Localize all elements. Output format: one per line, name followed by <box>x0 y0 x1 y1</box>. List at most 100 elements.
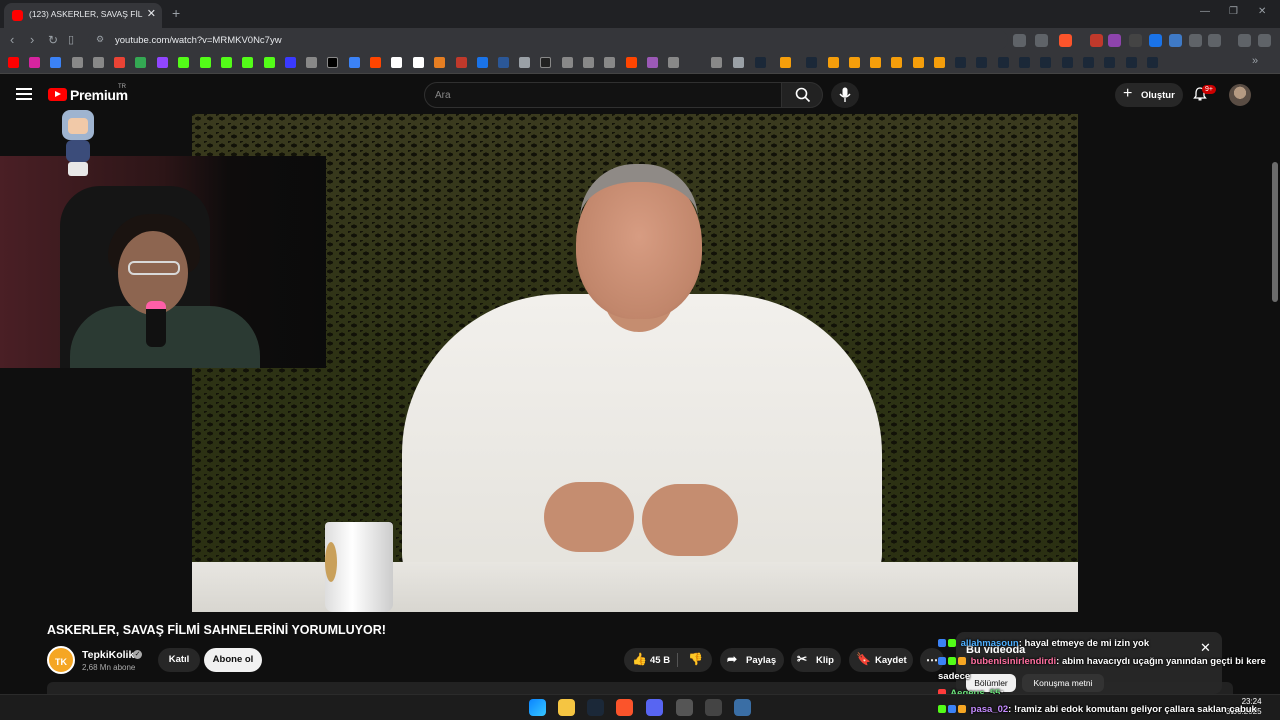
file-explorer-icon[interactable] <box>558 699 575 716</box>
bookmark-icon[interactable] <box>477 57 488 68</box>
like-count[interactable]: 45 B <box>650 655 670 666</box>
bookmark-icon[interactable] <box>434 57 445 68</box>
save-button[interactable]: 🔖 Kaydet <box>849 648 913 672</box>
extension-icon[interactable] <box>1149 34 1162 47</box>
obs-icon[interactable] <box>705 699 722 716</box>
bookmark-kick-icon[interactable] <box>200 57 211 68</box>
brave-shield-icon[interactable] <box>1059 34 1072 47</box>
app-icon[interactable] <box>676 699 693 716</box>
bookmark-steam-icon[interactable] <box>1040 57 1051 68</box>
window-close-icon[interactable]: ✕ <box>1258 6 1266 17</box>
bookmark-icon[interactable] <box>349 57 360 68</box>
brave-browser-icon[interactable] <box>616 699 633 716</box>
bookmark-icon[interactable] <box>264 57 275 68</box>
discord-icon[interactable] <box>646 699 663 716</box>
bookmark-icon[interactable] <box>242 57 253 68</box>
bookmark-icon[interactable] <box>498 57 509 68</box>
bookmark-icon[interactable] <box>562 57 573 68</box>
bookmark-steam-icon[interactable] <box>1147 57 1158 68</box>
create-button[interactable]: + Oluştur <box>1115 83 1183 107</box>
bookmark-icon[interactable] <box>391 57 402 68</box>
bookmark-gmail-icon[interactable] <box>114 57 125 68</box>
bookmark-icon[interactable] <box>285 57 296 68</box>
browser-tab-active[interactable]: (123) ASKERLER, SAVAŞ FİLMİ SAHNELERİNİ … <box>4 3 162 28</box>
bookmark-youtube-icon[interactable] <box>8 57 19 68</box>
bookmark-icon[interactable] <box>604 57 615 68</box>
bookmark-twitch-icon[interactable] <box>157 57 168 68</box>
bookmark-steam-icon[interactable] <box>1062 57 1073 68</box>
bookmark-icon[interactable] <box>583 57 594 68</box>
extension-icon[interactable] <box>1108 34 1121 47</box>
bookmark-icon[interactable] <box>93 57 104 68</box>
more-bookmarks-icon[interactable]: » <box>1252 55 1258 67</box>
bookmark-icon[interactable] <box>626 57 637 68</box>
bookmark-icon[interactable] <box>456 57 467 68</box>
bookmark-steam-icon[interactable] <box>1083 57 1094 68</box>
bookmark-steam-icon[interactable] <box>755 57 766 68</box>
bookmark-icon[interactable] <box>870 57 881 68</box>
site-settings-icon[interactable]: ⚙ <box>96 34 104 45</box>
close-tab-icon[interactable]: ✕ <box>147 7 156 20</box>
join-button[interactable]: Katıl <box>158 648 200 672</box>
channel-name[interactable]: TepkiKolik <box>82 649 134 661</box>
bookmark-reddit-icon[interactable] <box>370 57 381 68</box>
bookmark-icon[interactable] <box>50 57 61 68</box>
bookmark-steam-icon[interactable] <box>1104 57 1115 68</box>
bookmark-amazon-icon[interactable] <box>413 57 424 68</box>
forward-icon[interactable]: › <box>30 32 34 47</box>
back-icon[interactable]: ‹ <box>10 32 14 47</box>
search-input[interactable]: Ara <box>424 82 782 108</box>
steam-icon[interactable] <box>587 699 604 716</box>
chip-transcript[interactable]: Konuşma metni <box>1022 674 1104 692</box>
reload-icon[interactable]: ↻ <box>48 33 58 47</box>
share-button[interactable]: ➦ Paylaş <box>720 648 784 672</box>
extension-icon[interactable] <box>1090 34 1103 47</box>
bookmark-x-icon[interactable] <box>327 57 338 68</box>
start-menu-icon[interactable] <box>529 699 546 716</box>
sidebar-icon[interactable] <box>1208 34 1221 47</box>
bookmark-icon[interactable] <box>780 57 791 68</box>
app-icon[interactable] <box>734 699 751 716</box>
subscribe-button[interactable]: Abone ol <box>204 648 262 672</box>
share-icon[interactable] <box>1035 34 1048 47</box>
search-button[interactable] <box>781 82 823 108</box>
bookmark-instagram-icon[interactable] <box>29 57 40 68</box>
menu-icon[interactable] <box>1258 34 1271 47</box>
youtube-logo-icon[interactable] <box>48 88 67 101</box>
bookmark-icon[interactable] <box>306 57 317 68</box>
hamburger-menu-icon[interactable] <box>16 88 32 100</box>
bookmark-drive-icon[interactable] <box>135 57 146 68</box>
voice-search-button[interactable] <box>831 82 859 108</box>
bookmark-steam-icon[interactable] <box>976 57 987 68</box>
bookmark-icon[interactable] <box>913 57 924 68</box>
bookmark-kick-icon[interactable] <box>221 57 232 68</box>
minimize-icon[interactable]: — <box>1200 6 1210 17</box>
extension-icon[interactable] <box>1169 34 1182 47</box>
bookmark-folder-icon[interactable] <box>733 57 744 68</box>
new-tab-button[interactable]: + <box>172 5 180 21</box>
bookmark-icon[interactable] <box>668 57 679 68</box>
channel-avatar[interactable]: TK <box>47 646 75 674</box>
bookmark-icon[interactable] <box>849 57 860 68</box>
like-icon[interactable]: 👍 <box>632 652 647 666</box>
bookmark-icon[interactable] <box>828 57 839 68</box>
bookmark-steam-icon[interactable] <box>998 57 1009 68</box>
dislike-icon[interactable]: 👎 <box>688 652 703 666</box>
bookmark-icon[interactable] <box>934 57 945 68</box>
account-avatar[interactable] <box>1229 84 1251 106</box>
bookmark-icon[interactable] <box>647 57 658 68</box>
bookmark-icon[interactable] <box>519 57 530 68</box>
bookmark-icon[interactable] <box>72 57 83 68</box>
bookmark-steam-icon[interactable] <box>1019 57 1030 68</box>
bookmark-icon[interactable] <box>540 57 551 68</box>
bookmark-icon[interactable] <box>711 57 722 68</box>
extensions-puzzle-icon[interactable] <box>1189 34 1202 47</box>
bookmark-steam-icon[interactable] <box>955 57 966 68</box>
bookmark-steam-icon[interactable] <box>806 57 817 68</box>
bookmark-icon[interactable]: ▯ <box>68 33 74 46</box>
bookmark-icon[interactable] <box>891 57 902 68</box>
page-scrollbar[interactable] <box>1272 162 1278 302</box>
clip-button[interactable]: ✂ Klip <box>791 648 841 672</box>
extension-icon[interactable] <box>1129 34 1142 47</box>
maximize-icon[interactable]: ❐ <box>1229 6 1238 17</box>
